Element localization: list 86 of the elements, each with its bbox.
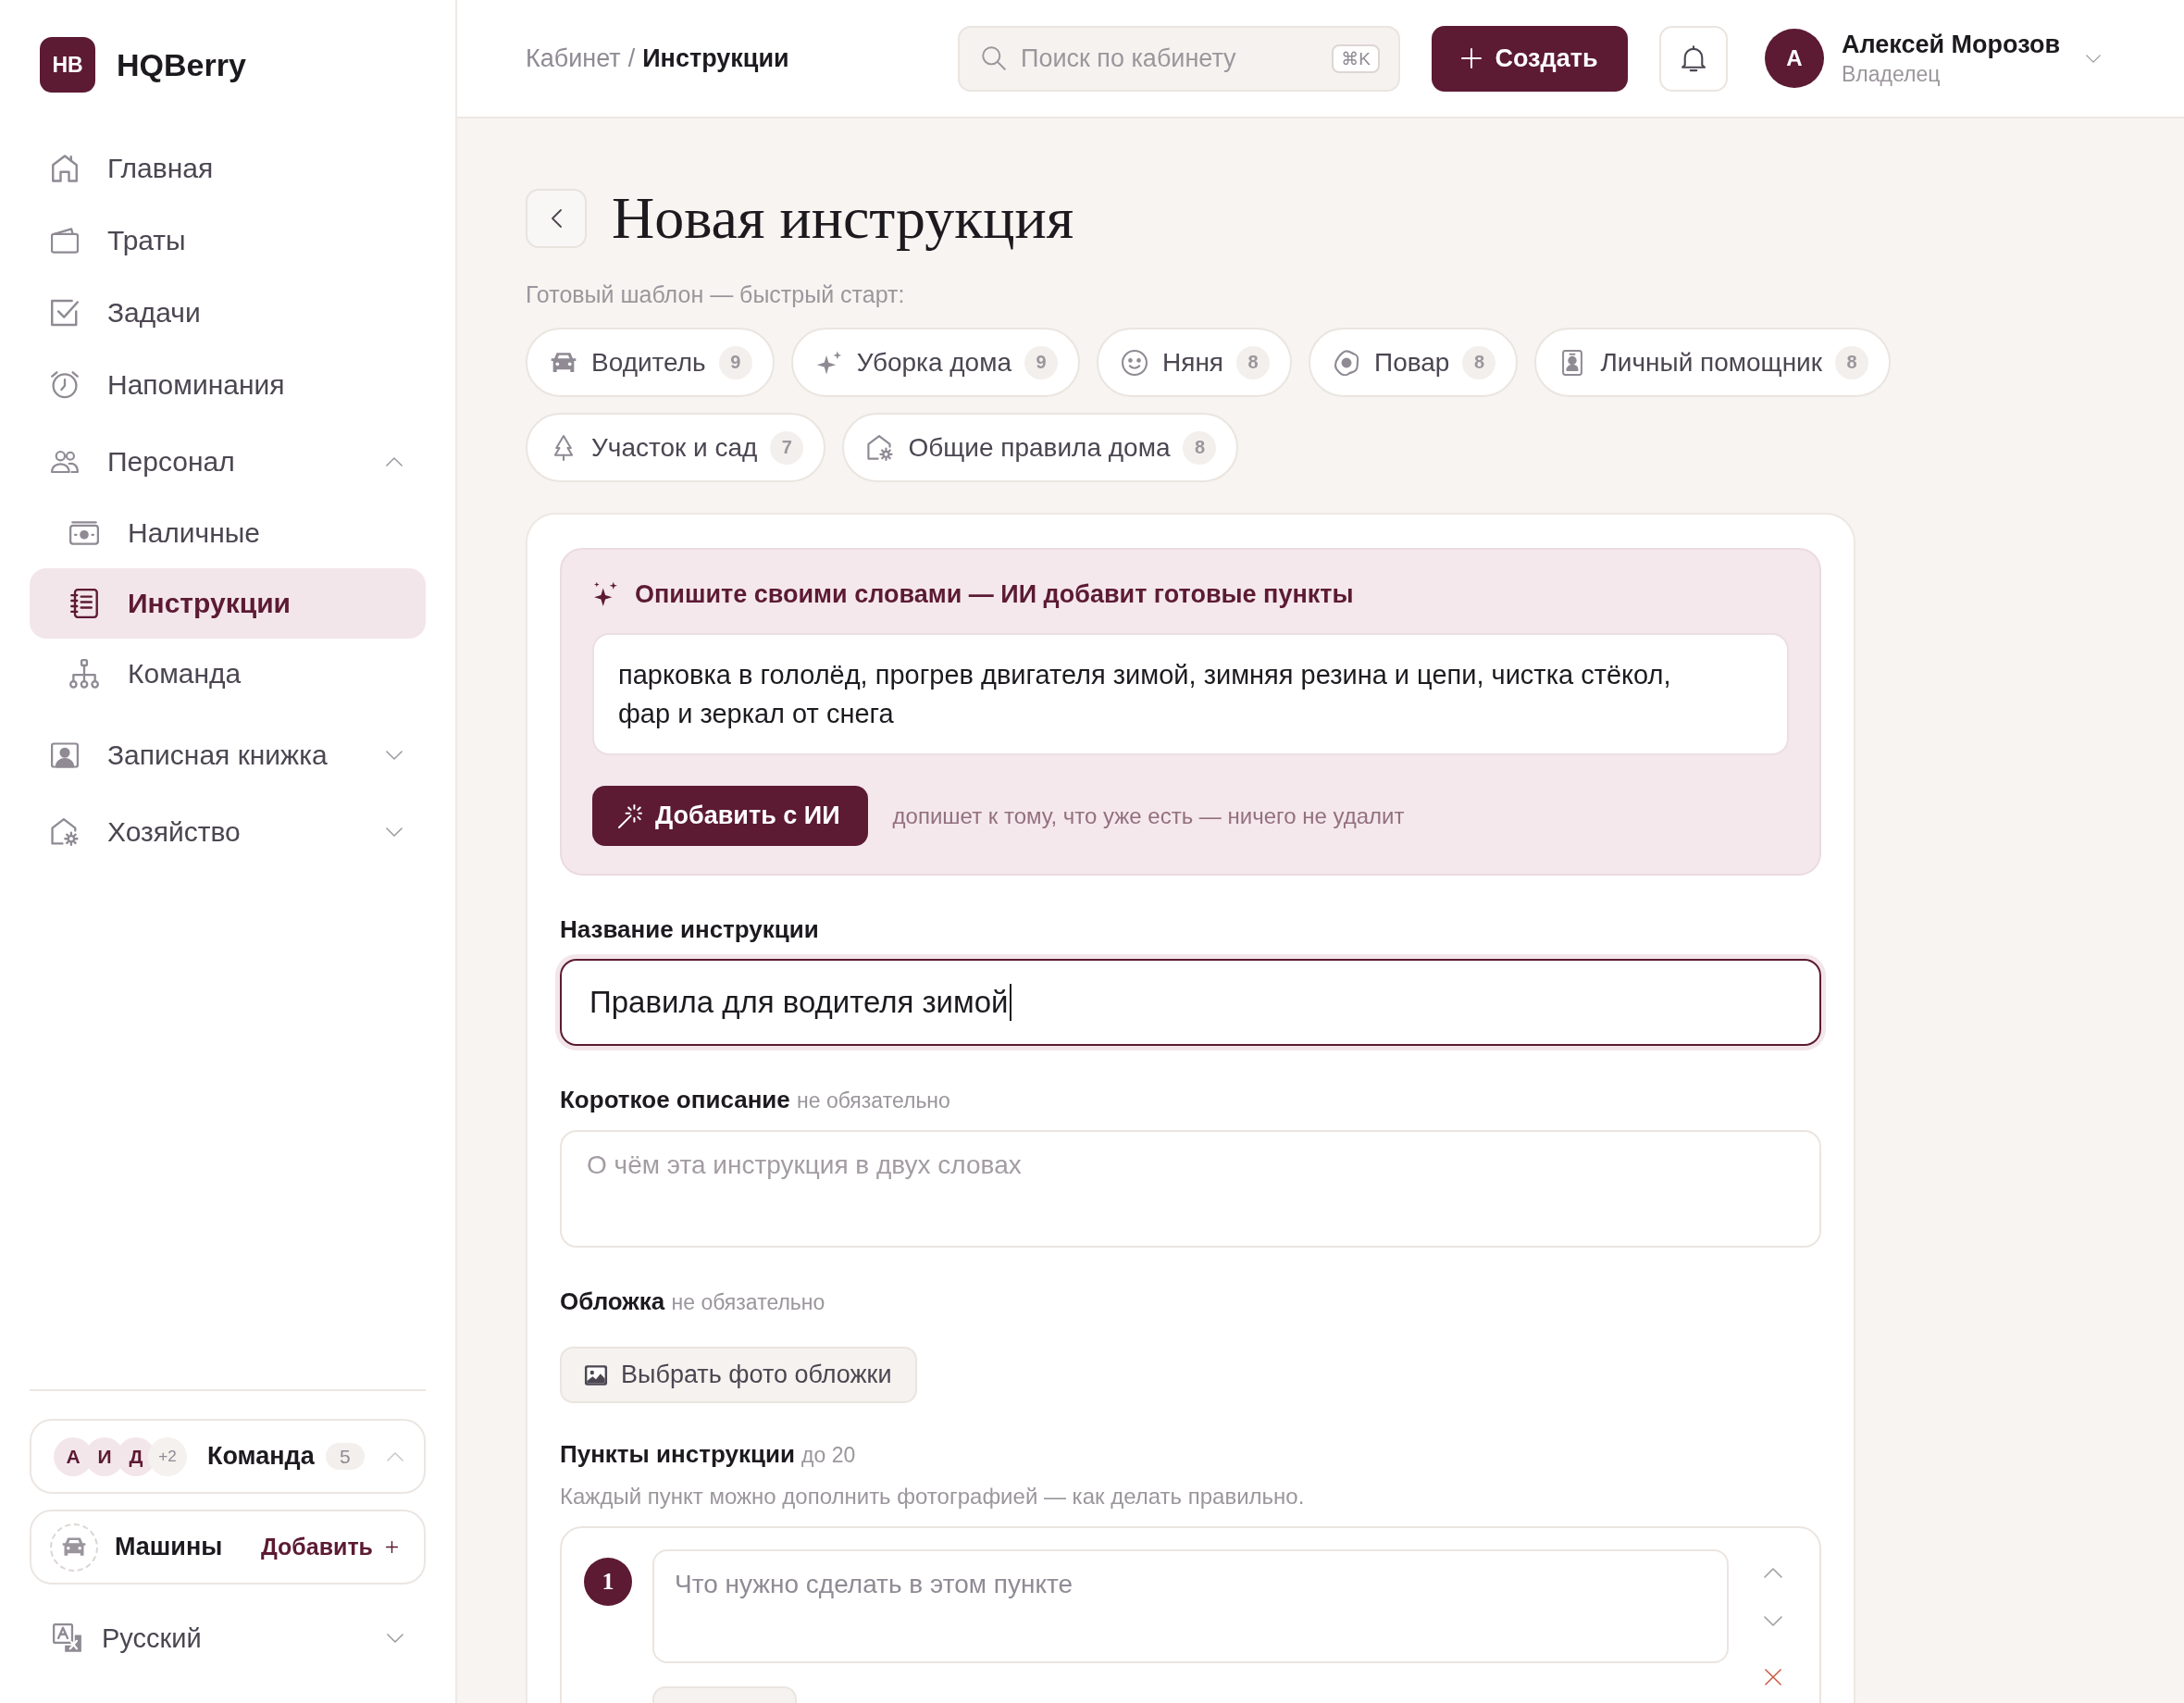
bell-icon: [1681, 44, 1706, 72]
steps-hint: Каждый пункт можно дополнить фотографией — как делать правильно.: [560, 1484, 1306, 1510]
template-chip[interactable]: Повар 8: [1309, 328, 1519, 397]
count-badge: 8: [1236, 345, 1271, 379]
translate-icon: [53, 1623, 82, 1653]
magic-wand-icon: [618, 803, 642, 828]
checkbox-icon: [51, 299, 79, 327]
add-with-ai-button[interactable]: Добавить с ИИ: [592, 786, 868, 846]
fried-egg-icon: [1334, 349, 1360, 376]
car-icon: [50, 1523, 98, 1572]
field-label: Короткое описание не обязательно: [560, 1086, 951, 1114]
org-chart-icon: [69, 659, 99, 689]
ai-hint: допишет к тому, что уже есть — ничего не удалит: [892, 802, 1405, 829]
sidebar-item[interactable]: Хозяйство: [30, 796, 426, 868]
template-chip[interactable]: Няня 8: [1097, 328, 1293, 397]
count-badge: 8: [1462, 345, 1496, 379]
count-badge: 8: [1183, 430, 1217, 465]
chevron-left-icon: [551, 209, 562, 228]
sidebar-item[interactable]: Главная: [30, 132, 426, 205]
smiley-icon: [1122, 349, 1148, 376]
chevron-up-icon[interactable]: [386, 457, 403, 466]
choose-cover-button[interactable]: Выбрать фото обложки: [560, 1347, 918, 1403]
field-label: Пункты инструкции до 20: [560, 1440, 857, 1469]
wallet-icon: [51, 227, 79, 255]
chevron-down-icon[interactable]: [1764, 1616, 1782, 1626]
house-gear-icon: [51, 818, 79, 846]
sidebar-item[interactable]: Персонал: [30, 426, 426, 498]
ai-panel-title: Опишите своими словами — ИИ добавит готовые пункты: [635, 579, 1354, 609]
sidebar-item[interactable]: Напоминания: [30, 349, 426, 421]
language-selector[interactable]: Русский: [30, 1610, 426, 1666]
chevron-down-icon[interactable]: [2086, 54, 2101, 63]
sidebar-item[interactable]: Задачи: [30, 277, 426, 349]
house-gear-icon: [867, 434, 894, 461]
count-badge: 9: [718, 345, 752, 379]
search-icon: [982, 46, 1006, 70]
template-chip[interactable]: Водитель 9: [526, 328, 775, 397]
templates-label: Готовый шаблон — быстрый старт:: [526, 281, 906, 308]
chevron-down-icon[interactable]: [386, 751, 403, 760]
template-chip[interactable]: Личный помощник 8: [1534, 328, 1891, 397]
sidebar-item[interactable]: Траты: [30, 205, 426, 277]
document-list-icon: [69, 589, 99, 618]
count-badge: 7: [770, 430, 804, 465]
chevron-up-icon[interactable]: [387, 1451, 403, 1461]
cross-icon[interactable]: [1765, 1669, 1781, 1685]
user-name: Алексей Морозов: [1842, 30, 2062, 59]
team-card[interactable]: А И Д +2 Команда 5: [30, 1419, 426, 1494]
contact-book-icon: [51, 741, 79, 769]
notifications-button[interactable]: [1659, 25, 1728, 92]
cars-label: Машины: [115, 1533, 223, 1561]
image-icon: [584, 1363, 608, 1386]
team-label: Команда: [207, 1442, 315, 1471]
brand-name: HQBerry: [117, 46, 246, 83]
sidebar-item[interactable]: Записная книжка: [30, 719, 426, 791]
logo-mark: HB: [40, 37, 95, 93]
plus-icon: [1461, 48, 1483, 68]
prompt-field[interactable]: парковка в гололёд, прогрев двигателя зимой, зимняя резина и цепи, чистка стёкол, фар и зеркал от снега: [592, 633, 1789, 755]
more-members-badge: +2: [148, 1436, 187, 1476]
user-role: Владелец: [1842, 61, 1942, 87]
chevron-down-icon: [387, 1634, 403, 1643]
member-count-badge: 5: [325, 1443, 365, 1470]
count-badge: 9: [1024, 345, 1058, 379]
add-car-link[interactable]: Добавить: [260, 1534, 398, 1560]
create-button[interactable]: Создать: [1432, 25, 1628, 92]
shortcut-badge: ⌘K: [1332, 44, 1380, 73]
field-label: Название инструкции: [560, 915, 820, 943]
text-cursor: [1009, 984, 1011, 1021]
sidebar-subitem[interactable]: Команда: [30, 639, 426, 709]
chevron-down-icon[interactable]: [386, 827, 403, 837]
count-badge: 8: [1835, 345, 1868, 379]
people-icon: [51, 448, 79, 476]
template-chip[interactable]: Общие правила дома 8: [842, 413, 1239, 482]
template-chip[interactable]: Участок и сад 7: [526, 413, 826, 482]
field-label: Обложка не обязательно: [560, 1287, 826, 1316]
sparkle-icon: [815, 349, 842, 376]
user-avatar[interactable]: А: [1765, 29, 1824, 88]
sidebar-subitem[interactable]: Инструкции: [30, 568, 426, 639]
breadcrumb-separator: /: [627, 44, 636, 73]
sidebar-subitem[interactable]: Наличные: [30, 498, 426, 568]
chevron-up-icon[interactable]: [1764, 1568, 1782, 1578]
step-number: 1: [584, 1558, 632, 1606]
plus-icon: [386, 1541, 398, 1553]
alarm-clock-icon: [51, 371, 79, 399]
breadcrumb-current: Инструкции: [642, 44, 789, 73]
template-chip[interactable]: Уборка дома 9: [790, 328, 1080, 397]
home-icon: [51, 155, 79, 182]
cash-icon: [69, 518, 99, 548]
